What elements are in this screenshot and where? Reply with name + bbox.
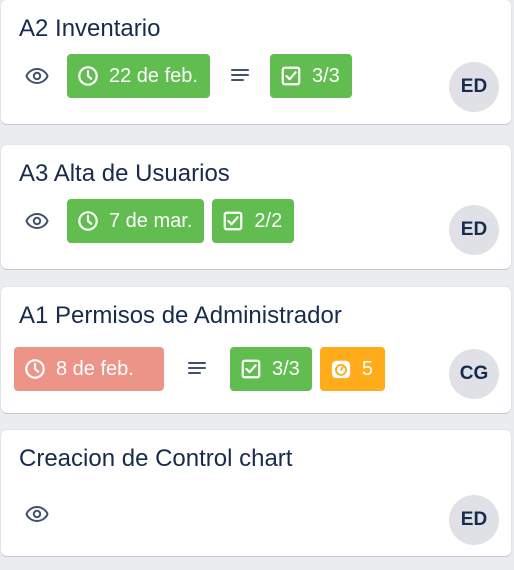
eye-icon [15,199,59,243]
eye-icon [15,492,59,536]
clock-icon [78,66,98,86]
card-badges: 8 de feb. 3/3 5 [14,347,393,391]
card-a1-permisos-de-administrador[interactable]: A1 Permisos de Administrador 8 de feb. 3… [1,287,511,413]
due-date-badge[interactable]: 22 de feb. [67,54,210,98]
card-badges: 7 de mar. 2/2 [15,199,302,243]
clock-icon [25,359,45,379]
card-a3-alta-de-usuarios[interactable]: A3 Alta de Usuarios 7 de mar. 2/2 ED [1,145,511,269]
card-badges [15,492,67,536]
clock-icon [78,211,98,231]
card-creacion-de-control-chart[interactable]: Creacion de Control chart ED [1,430,511,556]
eye-icon [15,54,59,98]
points-value: 5 [361,357,373,380]
due-date-badge-overdue[interactable]: 8 de feb. [14,347,164,391]
card-title: A3 Alta de Usuarios [19,160,230,187]
card-a2-inventario[interactable]: A2 Inventario 22 de feb. 3/3 ED [1,0,511,124]
due-date-text: 8 de feb. [56,357,134,380]
checklist-icon [224,211,243,231]
checklist-count: 3/3 [272,357,300,380]
card-title: A2 Inventario [19,15,161,42]
checklist-count: 2/2 [254,209,283,232]
checklist-count: 3/3 [311,64,340,87]
description-icon [172,347,222,391]
card-badges: 22 de feb. 3/3 [15,54,360,98]
points-badge[interactable]: 5 [319,347,385,391]
avatar[interactable]: ED [449,495,499,545]
avatar[interactable]: ED [449,62,499,112]
card-title: Creacion de Control chart [19,445,293,472]
due-date-text: 7 de mar. [109,209,193,232]
checklist-icon [241,359,261,379]
card-title: A1 Permisos de Administrador [19,302,342,329]
checklist-icon [281,66,301,86]
description-icon [218,54,262,98]
stopwatch-icon [331,360,350,379]
avatar[interactable]: CG [449,349,499,399]
due-date-badge[interactable]: 7 de mar. [67,199,205,243]
avatar[interactable]: ED [449,205,499,255]
checklist-badge[interactable]: 2/2 [212,199,295,243]
card-list: A2 Inventario 22 de feb. 3/3 ED A3 Alta … [0,0,514,570]
checklist-badge[interactable]: 3/3 [269,54,352,98]
due-date-text: 22 de feb. [109,64,198,87]
checklist-badge[interactable]: 3/3 [230,347,312,391]
